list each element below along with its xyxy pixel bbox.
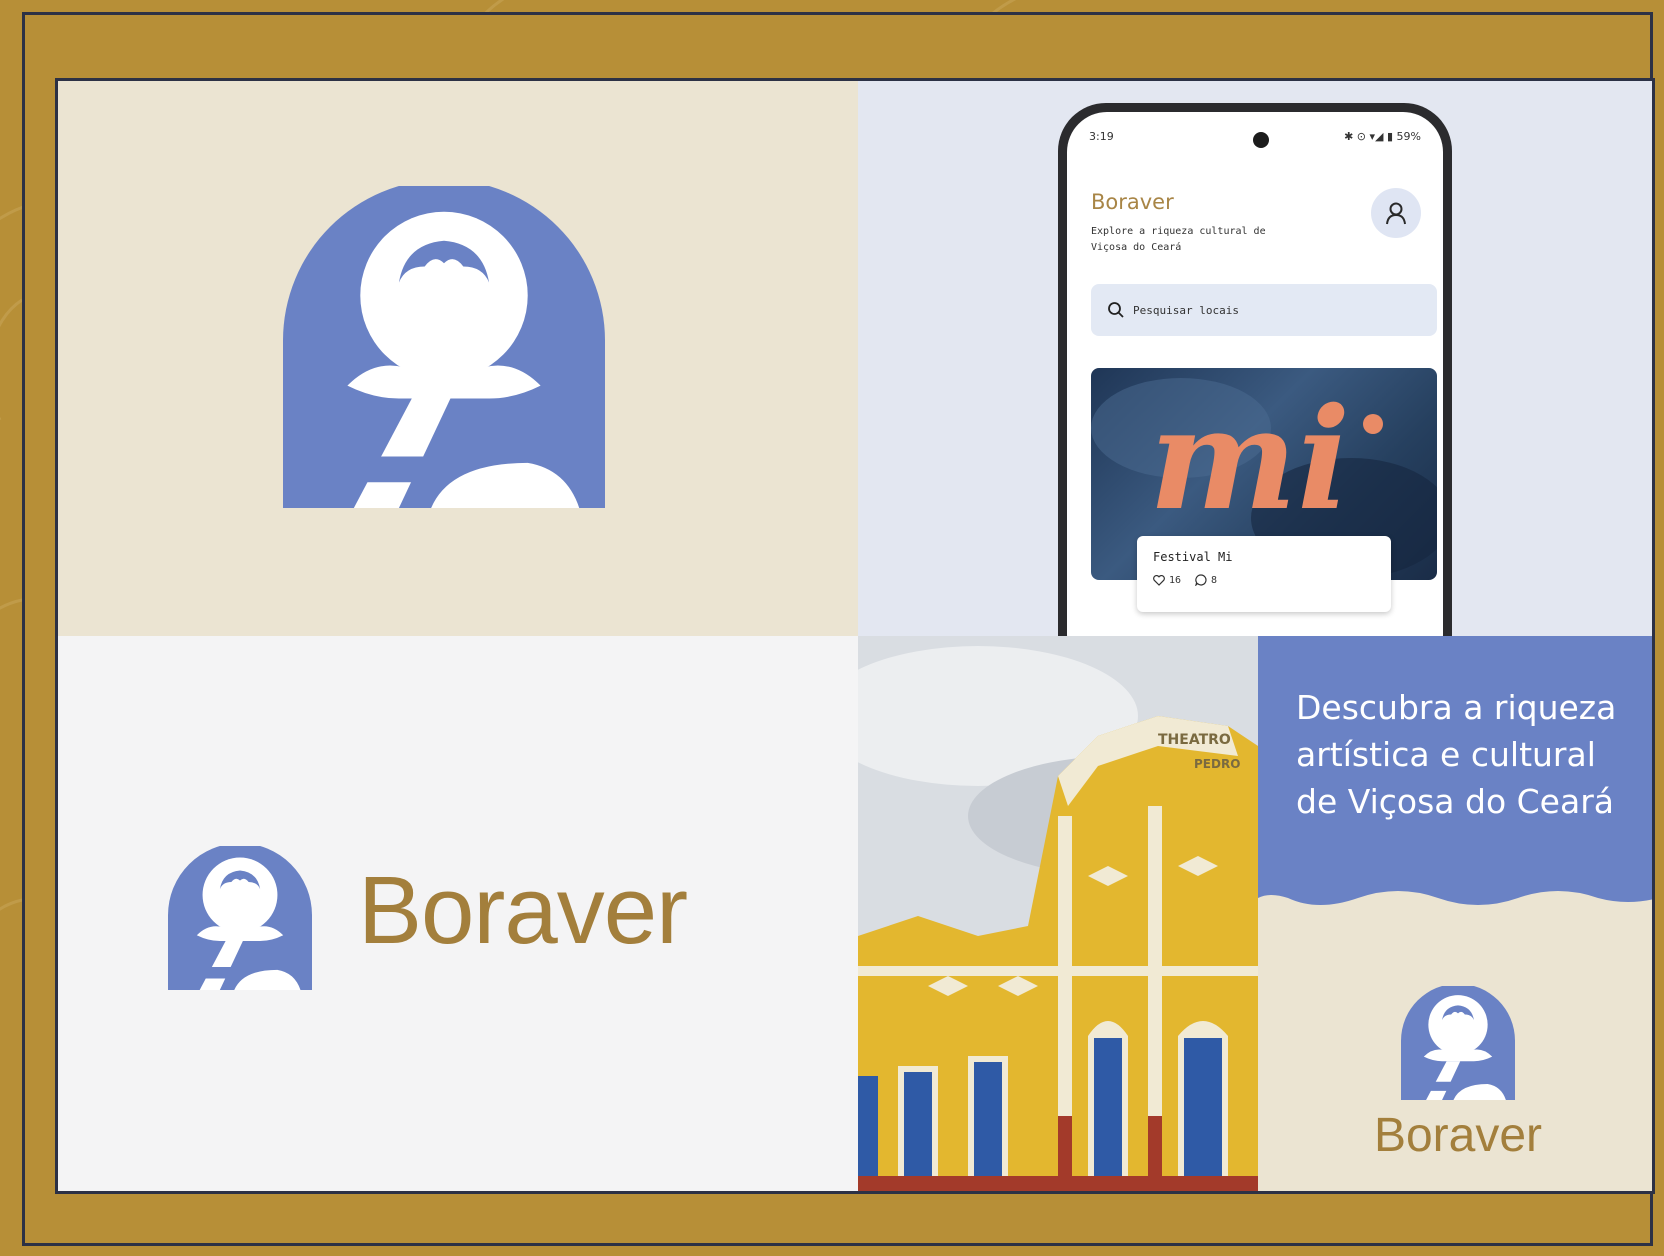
boraver-logo-icon: [1401, 986, 1515, 1100]
promo-headline: Descubra a riqueza artística e cultural …: [1296, 688, 1617, 821]
phone-device: 3:19 ✱ ⊙ ▾◢ ▮ 59% Boraver Explore a riqu…: [1058, 103, 1452, 636]
panel-app-mockup: 3:19 ✱ ⊙ ▾◢ ▮ 59% Boraver Explore a riqu…: [858, 81, 1652, 636]
boraver-logo-icon: [283, 186, 605, 508]
likes-button[interactable]: 16: [1153, 574, 1182, 586]
camera-notch: [1253, 132, 1269, 148]
promo-wordmark: Boraver: [1373, 1109, 1543, 1162]
building-sign-top: THEATRO: [1158, 732, 1231, 748]
comments-button[interactable]: 8: [1195, 574, 1217, 586]
comments-count: 8: [1211, 574, 1218, 586]
brand-board: 3:19 ✱ ⊙ ▾◢ ▮ 59% Boraver Explore a riqu…: [55, 78, 1655, 1194]
likes-count: 16: [1169, 574, 1182, 586]
event-stats: 16 8: [1153, 574, 1375, 586]
brand-wordmark: Boraver: [358, 857, 688, 964]
theatre-photo: THEATRO PEDRO: [858, 636, 1258, 1191]
comment-icon: [1195, 574, 1207, 586]
status-indicators: ✱ ⊙ ▾◢ ▮ 59%: [1344, 130, 1421, 143]
panel-logo-large: [58, 81, 858, 636]
search-icon: [1108, 302, 1124, 318]
heart-icon: [1153, 574, 1165, 586]
boraver-logo-icon: [168, 846, 312, 990]
app-subtitle: Explore a riqueza cultural de Viçosa do …: [1091, 226, 1266, 253]
event-card[interactable]: Festival Mi 16 8: [1137, 536, 1391, 612]
event-name: Festival Mi: [1153, 550, 1233, 564]
festival-graphic-text: mi: [1149, 378, 1350, 542]
search-placeholder: Pesquisar locais: [1133, 303, 1239, 317]
phone-screen: 3:19 ✱ ⊙ ▾◢ ▮ 59% Boraver Explore a riqu…: [1067, 112, 1443, 636]
status-time: 3:19: [1089, 130, 1114, 143]
building-sign-bottom: PEDRO: [1194, 757, 1240, 771]
panel-promo: THEATRO PEDRO Descubra a riqueza artísti…: [858, 636, 1652, 1191]
panel-logo-lockup: Boraver: [58, 636, 858, 1191]
user-icon: [1386, 202, 1406, 225]
profile-button[interactable]: [1371, 188, 1421, 238]
app-title: Boraver: [1091, 190, 1174, 214]
search-input[interactable]: Pesquisar locais: [1091, 284, 1437, 336]
